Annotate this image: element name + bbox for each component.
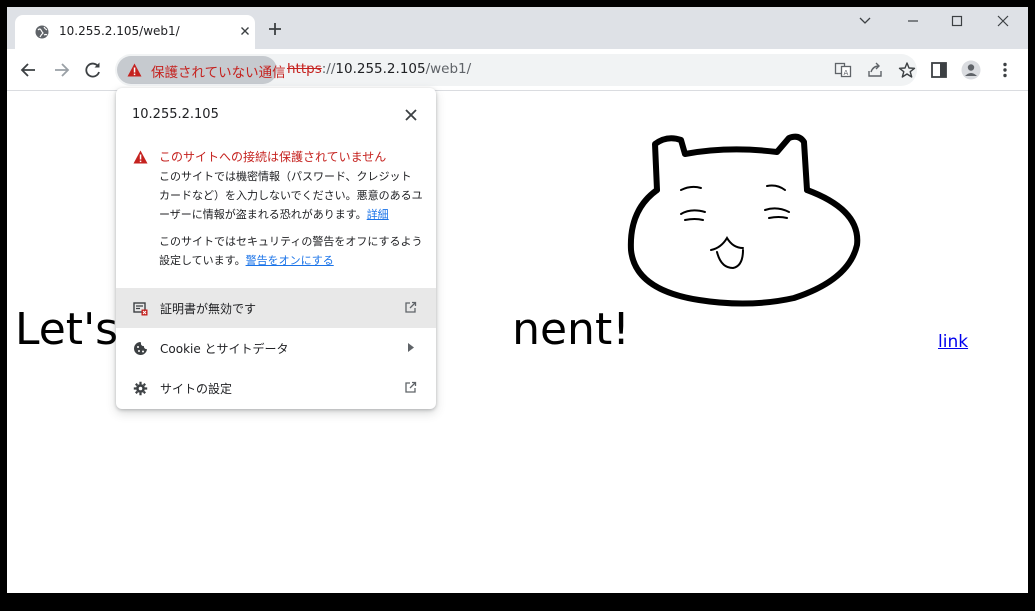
- forward-icon[interactable]: [50, 59, 72, 81]
- url-path: /web1/: [425, 61, 472, 77]
- open-external-icon: [405, 381, 417, 393]
- open-external-icon: [405, 301, 417, 313]
- details-link[interactable]: 詳細: [367, 208, 389, 221]
- tab-close-icon[interactable]: [237, 23, 253, 39]
- tab-strip: 10.255.2.105/web1/: [7, 7, 1028, 49]
- popup-item-label: 証明書が無効です: [160, 302, 257, 316]
- share-icon[interactable]: [866, 61, 884, 79]
- popup-close-icon[interactable]: [404, 108, 418, 122]
- translate-icon[interactable]: A: [834, 61, 852, 79]
- minimize-icon[interactable]: [903, 13, 923, 29]
- browser-tab[interactable]: 10.255.2.105/web1/: [15, 15, 255, 49]
- url-host: 10.255.2.105: [335, 61, 426, 77]
- cookie-icon: [134, 342, 147, 355]
- security-note: このサイトではセキュリティの警告をオフにするよう設定しています。警告をオンにする: [159, 235, 423, 267]
- toolbar: 保護されていない通信 https://10.255.2.105/web1/ A: [7, 49, 1028, 91]
- url-scheme: https: [287, 61, 322, 77]
- popup-item-site-settings[interactable]: サイトの設定: [116, 368, 436, 408]
- tab-title: 10.255.2.105/web1/: [59, 24, 180, 38]
- popup-item-label: サイトの設定: [160, 382, 233, 396]
- url-separator: ://: [321, 61, 336, 77]
- warning-triangle-icon: [127, 63, 142, 77]
- site-info-popup: 10.255.2.105 このサイトへの接続は保護されていません このサイトでは…: [116, 88, 436, 409]
- close-window-icon[interactable]: [993, 13, 1013, 29]
- warning-triangle-icon: [133, 150, 148, 164]
- heading-right-text: nent!: [512, 304, 630, 355]
- chevron-right-icon: [408, 343, 414, 352]
- certificate-invalid-icon: [133, 302, 148, 316]
- popup-item-certificate[interactable]: 証明書が無効です: [116, 288, 436, 328]
- side-panel-icon[interactable]: [929, 60, 949, 80]
- security-chip-label: 保護されていない通信: [151, 65, 286, 81]
- popup-title: 10.255.2.105: [132, 107, 219, 122]
- popup-item-label: Cookie とサイトデータ: [160, 342, 289, 356]
- popup-item-cookies[interactable]: Cookie とサイトデータ: [116, 328, 436, 368]
- reload-icon[interactable]: [82, 59, 104, 81]
- back-icon[interactable]: [18, 59, 40, 81]
- url-text: https://10.255.2.105/web1/: [287, 61, 471, 77]
- maximize-icon[interactable]: [947, 13, 967, 29]
- gear-icon: [133, 381, 148, 396]
- enable-warnings-link[interactable]: 警告をオンにする: [246, 254, 334, 267]
- profile-avatar-icon[interactable]: [961, 60, 981, 80]
- security-chip[interactable]: 保護されていない通信: [117, 56, 286, 84]
- heading-left-text: Let's: [15, 304, 119, 355]
- globe-icon: [35, 25, 49, 39]
- more-menu-icon[interactable]: [995, 60, 1015, 80]
- warning-body: このサイトでは機密情報（パスワード、クレジット カードなど）を入力しないでくださ…: [159, 170, 423, 221]
- tab-search-chevron-icon[interactable]: [855, 13, 875, 29]
- bookmark-star-icon[interactable]: [898, 61, 916, 79]
- browser-window: 10.255.2.105/web1/ 保護されていない通信 https://10…: [7, 7, 1028, 593]
- warning-title: このサイトへの接続は保護されていません: [159, 150, 387, 164]
- new-tab-icon[interactable]: [267, 21, 283, 37]
- address-bar[interactable]: 保護されていない通信 https://10.255.2.105/web1/ A: [115, 54, 917, 86]
- page-link[interactable]: link: [938, 332, 968, 352]
- svg-text:A: A: [844, 69, 849, 77]
- cat-face-doodle: [627, 133, 861, 307]
